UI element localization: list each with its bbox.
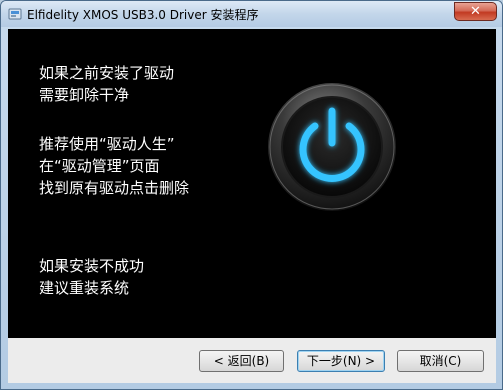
message-line: 需要卸除干净 — [39, 86, 130, 104]
close-icon: ✕ — [470, 4, 481, 19]
message-line: 在“驱动管理”页面 — [39, 157, 160, 175]
message-line: 找到原有驱动点击删除 — [39, 179, 190, 197]
message-line: 推荐使用“驱动人生” — [39, 135, 175, 153]
message-line: 如果安装不成功 — [39, 257, 145, 275]
window-title: Elfidelity XMOS USB3.0 Driver 安装程序 — [27, 8, 259, 22]
close-button[interactable]: ✕ — [454, 2, 497, 21]
banner-panel: 如果之前安装了驱动 需要卸除干净 推荐使用“驱动人生” 在“驱动管理”页面 找到… — [8, 29, 496, 338]
back-button[interactable]: < 返回(B) — [199, 350, 284, 372]
wizard-body: 如果之前安装了驱动 需要卸除干净 推荐使用“驱动人生” 在“驱动管理”页面 找到… — [8, 29, 496, 383]
cancel-button[interactable]: 取消(C) — [397, 350, 484, 372]
message-line: 如果之前安装了驱动 — [39, 64, 175, 82]
installer-window: Elfidelity XMOS USB3.0 Driver 安装程序 ✕ 如果之… — [0, 0, 503, 390]
message-line: 建议重装系统 — [39, 279, 130, 297]
title-bar[interactable]: Elfidelity XMOS USB3.0 Driver 安装程序 ✕ — [1, 1, 502, 27]
installer-icon — [8, 8, 22, 20]
power-icon — [268, 83, 396, 211]
next-button[interactable]: 下一步(N) > — [297, 350, 385, 372]
